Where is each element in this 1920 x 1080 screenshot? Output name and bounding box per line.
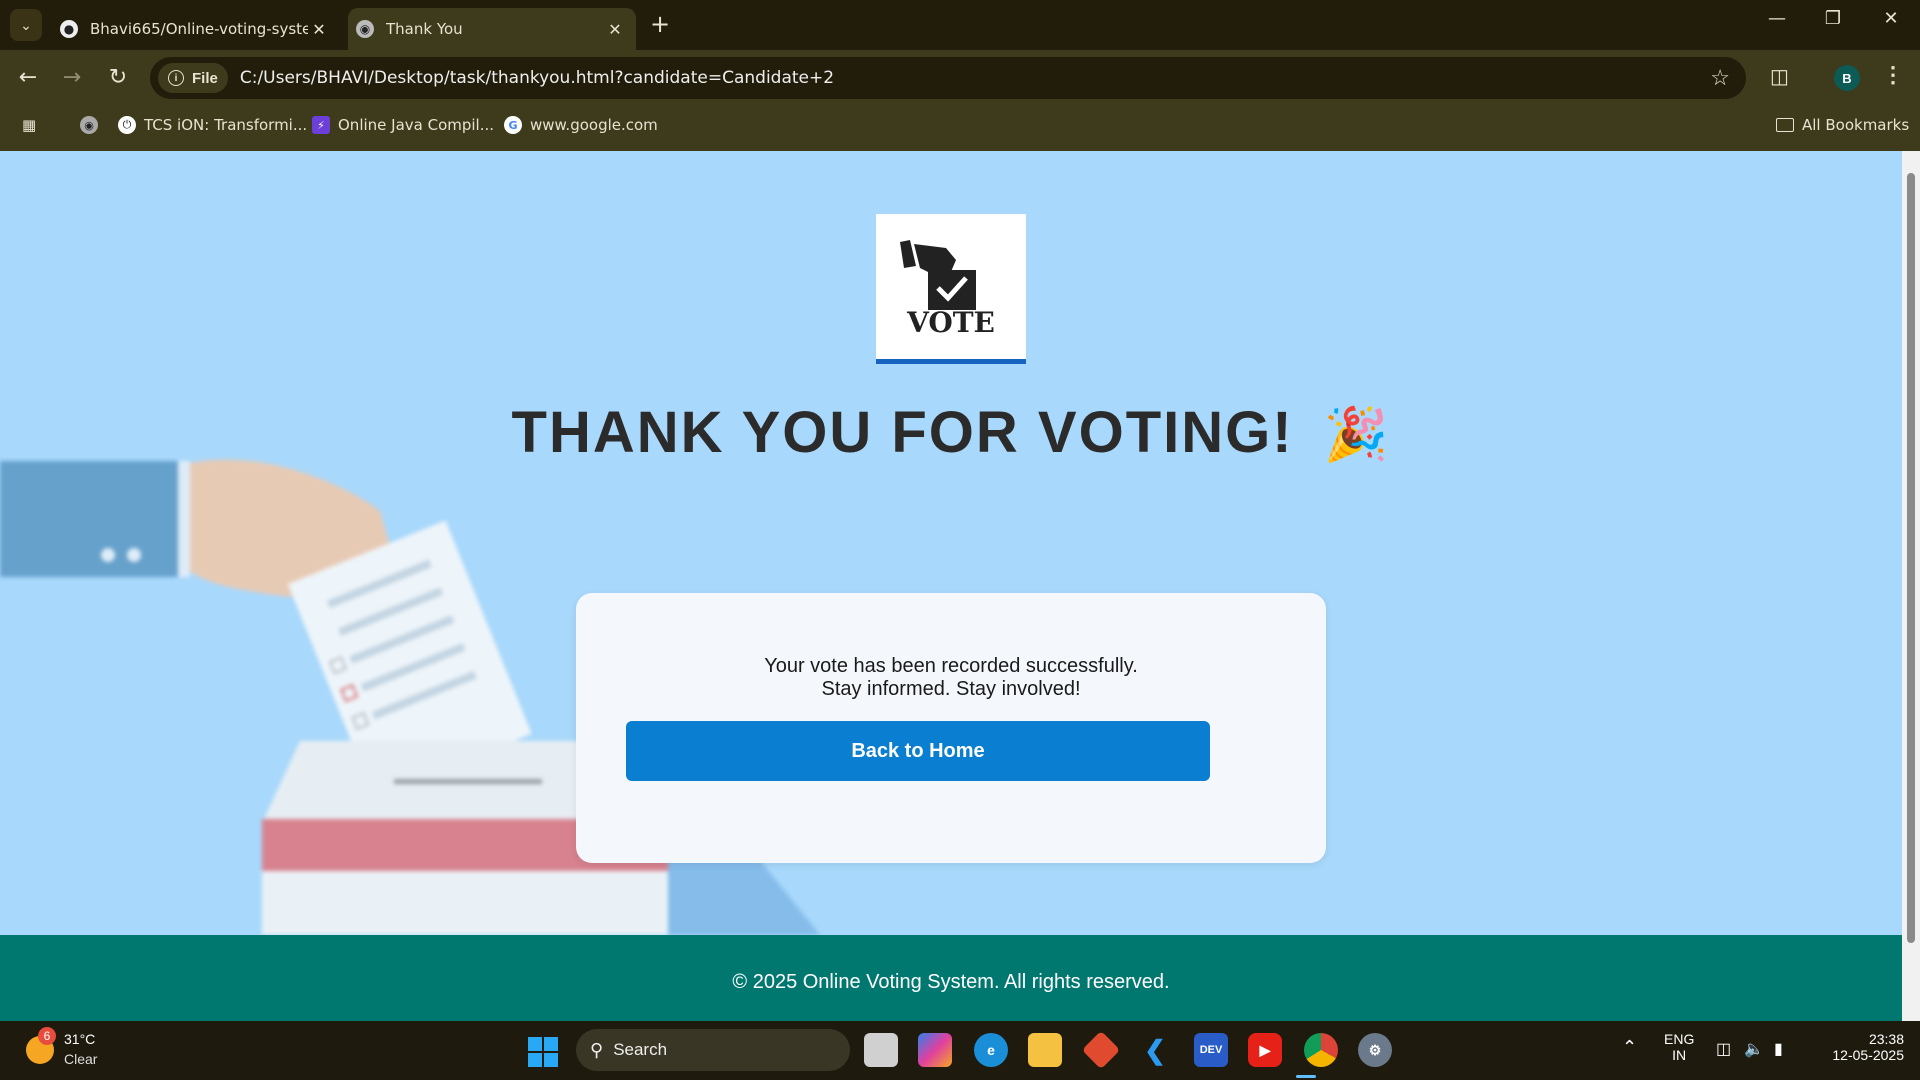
scheme-label: File <box>192 69 218 87</box>
clock-time: 23:38 <box>1868 1031 1904 1047</box>
bookmark-label: Online Java Compil... <box>338 116 495 134</box>
bookmark-star-icon[interactable]: ☆ <box>1710 65 1730 91</box>
copilot-icon[interactable] <box>918 1033 952 1067</box>
browser-toolbar: ← → ↻ i File C:/Users/BHAVI/Desktop/task… <box>0 50 1920 106</box>
confirmation-card: Your vote has been recorded successfully… <box>576 593 1326 863</box>
logo-text: VOTE <box>907 306 995 339</box>
all-bookmarks-label: All Bookmarks <box>1802 116 1910 134</box>
volume-icon[interactable]: 🔈 <box>1744 1039 1764 1059</box>
message-line-2: Stay informed. Stay involved! <box>821 678 1081 700</box>
page-content: VOTE THANK YOU FOR VOTING! 🎉 Your vote h… <box>0 151 1902 935</box>
tab-label: Thank You <box>386 20 463 38</box>
vscode-icon[interactable]: ❮ <box>1138 1033 1172 1067</box>
vote-logo: VOTE <box>876 214 1026 364</box>
weather-condition[interactable]: Clear <box>64 1051 97 1067</box>
tab-bar: ⌄ ● Bhavi665/Online-voting-system ✕ ◉ Th… <box>0 0 1920 50</box>
page-footer: © 2025 Online Voting System. All rights … <box>0 935 1902 1021</box>
apps-grid-icon[interactable]: ▦ <box>22 116 36 134</box>
ballot-hand-icon <box>900 240 976 310</box>
bookmark-label: www.google.com <box>530 116 658 134</box>
file-explorer-icon[interactable] <box>1028 1033 1062 1067</box>
footer-copyright: © 2025 Online Voting System. All rights … <box>732 971 1170 993</box>
reload-icon[interactable]: ↻ <box>104 64 132 92</box>
minimize-icon[interactable]: — <box>1762 8 1792 29</box>
globe-icon[interactable]: ◉ <box>80 116 106 134</box>
weather-temperature[interactable]: 31°C <box>64 1031 95 1047</box>
folder-icon <box>1776 118 1794 132</box>
active-app-indicator <box>1296 1075 1316 1078</box>
tab-search-chevron-icon[interactable]: ⌄ <box>10 9 42 41</box>
language-indicator[interactable]: ENG IN <box>1664 1031 1694 1063</box>
page-title: THANK YOU FOR VOTING! 🎉 <box>0 399 1902 466</box>
forward-arrow-icon[interactable]: → <box>58 64 86 92</box>
bookmark-label: TCS iON: Transformi... <box>144 116 308 134</box>
clock[interactable]: 23:38 12-05-2025 <box>1818 1031 1904 1063</box>
region-code: IN <box>1672 1047 1687 1063</box>
os-taskbar: 6 31°C Clear ⚲ Search e ❮ DEV ▶ ⚙ ⌃ ENG … <box>0 1021 1920 1080</box>
chrome-icon[interactable] <box>1304 1033 1338 1067</box>
bolt-icon: ⚡ <box>312 116 330 134</box>
github-icon: ● <box>60 20 78 38</box>
tab-github[interactable]: ● Bhavi665/Online-voting-system ✕ <box>52 8 340 50</box>
profile-avatar[interactable]: B <box>1834 65 1860 91</box>
weather-badge: 6 <box>38 1027 56 1045</box>
settings-gear-icon[interactable]: ⚙ <box>1358 1033 1392 1067</box>
page-title-text: THANK YOU FOR VOTING! <box>511 400 1294 465</box>
battery-icon[interactable]: ▮ <box>1774 1039 1783 1059</box>
bookmark-java-compiler[interactable]: ⚡ Online Java Compil... <box>312 116 494 134</box>
git-icon[interactable] <box>1081 1030 1121 1070</box>
all-bookmarks[interactable]: All Bookmarks <box>1776 116 1909 134</box>
clock-date: 12-05-2025 <box>1832 1047 1904 1063</box>
devc-icon[interactable]: DEV <box>1194 1033 1228 1067</box>
more-menu-icon[interactable]: ⋮ <box>1882 62 1904 88</box>
tcs-icon: ⏻ <box>118 116 136 134</box>
confirmation-message: Your vote has been recorded successfully… <box>576 655 1326 701</box>
page-scrollbar[interactable] <box>1902 151 1920 1021</box>
windows-start-icon[interactable] <box>528 1037 558 1067</box>
message-line-1: Your vote has been recorded successfully… <box>764 655 1138 677</box>
back-to-home-button[interactable]: Back to Home <box>626 721 1210 781</box>
google-icon: G <box>504 116 522 134</box>
taskbar-search[interactable]: ⚲ Search <box>576 1029 850 1071</box>
restore-icon[interactable]: ❐ <box>1818 8 1848 29</box>
lang-code: ENG <box>1664 1031 1695 1047</box>
url-text[interactable]: C:/Users/BHAVI/Desktop/task/thankyou.htm… <box>240 68 834 88</box>
search-label: Search <box>613 1040 668 1059</box>
edge-icon[interactable]: e <box>974 1033 1008 1067</box>
close-icon[interactable]: ✕ <box>604 20 626 39</box>
tab-label: Bhavi665/Online-voting-system <box>90 20 308 38</box>
chevron-up-icon[interactable]: ⌃ <box>1622 1037 1637 1058</box>
globe-icon: ◉ <box>356 20 374 38</box>
new-tab-icon[interactable]: + <box>650 10 670 38</box>
extensions-puzzle-icon[interactable]: ◫ <box>1770 64 1789 89</box>
youtube-icon[interactable]: ▶ <box>1248 1033 1282 1067</box>
task-view-icon[interactable] <box>864 1033 898 1067</box>
tab-thank-you[interactable]: ◉ Thank You ✕ <box>348 8 636 50</box>
close-icon[interactable]: ✕ <box>308 20 330 39</box>
bookmark-google[interactable]: G www.google.com <box>504 116 658 134</box>
network-icon[interactable]: ◫ <box>1716 1039 1731 1059</box>
party-popper-icon: 🎉 <box>1323 406 1391 464</box>
scrollbar-thumb[interactable] <box>1907 173 1915 943</box>
bookmark-tcs[interactable]: ⏻ TCS iON: Transformi... <box>118 116 307 134</box>
back-arrow-icon[interactable]: ← <box>14 64 42 92</box>
site-info-chip[interactable]: i File <box>158 63 228 93</box>
search-icon: ⚲ <box>590 1039 604 1060</box>
bookmarks-bar: ▦ ◉ ⏻ TCS iON: Transformi... ⚡ Online Ja… <box>0 106 1920 151</box>
address-bar[interactable]: i File C:/Users/BHAVI/Desktop/task/thank… <box>150 57 1746 99</box>
info-icon: i <box>168 70 184 86</box>
window-close-icon[interactable]: ✕ <box>1876 8 1906 29</box>
